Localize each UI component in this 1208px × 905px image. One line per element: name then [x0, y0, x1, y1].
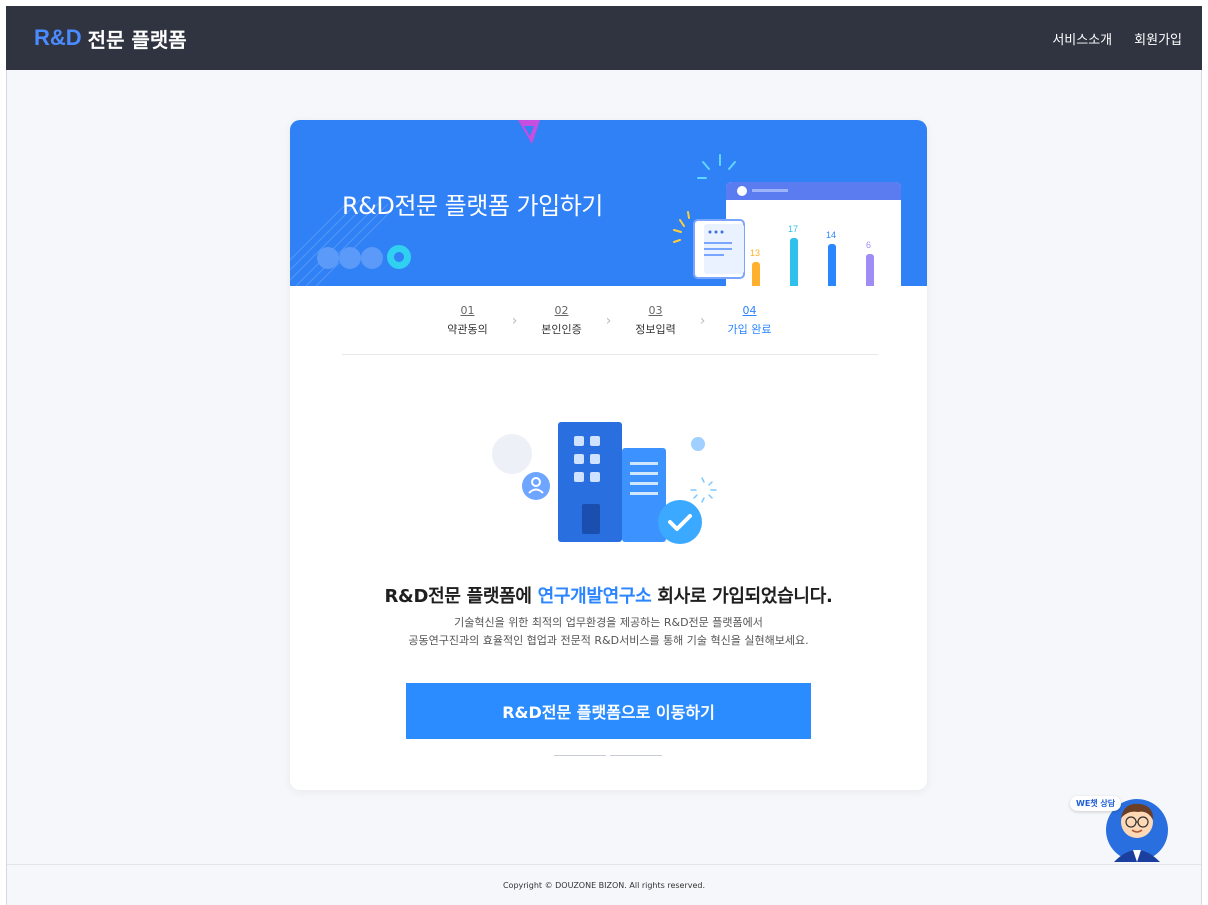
- signup-complete-headline: R&D전문 플랫폼에 연구개발연구소 회사로 가입되었습니다.: [290, 582, 927, 608]
- page-footer: Copyright © DOUZONE BIZON. All rights re…: [7, 864, 1201, 905]
- signup-complete-description: 기술혁신을 위한 최적의 업무환경을 제공하는 R&D전문 플랫폼에서 공동연구…: [290, 614, 927, 650]
- step-label: 가입 완료: [727, 323, 772, 336]
- company-name-highlight: 연구개발연구소: [537, 586, 652, 607]
- chatbot-label: WE챗 상담: [1070, 796, 1122, 811]
- step-label: 정보입력: [635, 323, 676, 336]
- chart-label-13: 13: [750, 248, 760, 258]
- description-line-1: 기술혁신을 위한 최적의 업무환경을 제공하는 R&D전문 플랫폼에서: [454, 616, 763, 629]
- company-building-illustration: [492, 422, 717, 544]
- chart-label-6: 6: [866, 240, 871, 250]
- step-divider: [342, 354, 878, 355]
- nav-service-intro-link[interactable]: 서비스소개: [1052, 29, 1112, 48]
- step-terms: 01 약관동의: [431, 304, 505, 337]
- banner-title: R&D전문 플랫폼 가입하기: [342, 192, 603, 220]
- header-nav: 서비스소개 회원가입: [1052, 29, 1182, 48]
- decorative-underline: [554, 755, 662, 756]
- signup-complete-card: 13 17 14 6 R&D전문 플랫폼 가입하기 01 약관동의 › 02 본…: [290, 120, 927, 790]
- chatbot-launcher[interactable]: WE챗 상담: [1070, 792, 1176, 864]
- step-info-input: 03 정보입력: [619, 304, 693, 337]
- copyright-text: Copyright © DOUZONE BIZON. All rights re…: [502, 881, 706, 890]
- logo-rd: R&D: [34, 25, 82, 50]
- step-label: 약관동의: [447, 323, 488, 336]
- chevron-right-icon: ›: [605, 312, 612, 329]
- site-logo[interactable]: R&D 전문 플랫폼: [34, 24, 187, 53]
- chevron-right-icon: ›: [511, 312, 518, 329]
- step-complete: 04 가입 완료: [713, 304, 787, 337]
- step-number: 04: [742, 304, 757, 317]
- signup-step-indicator: 01 약관동의 › 02 본인인증 › 03 정보입력 › 04 가입 완료: [290, 304, 927, 337]
- step-number: 03: [648, 304, 663, 317]
- nav-signup-link[interactable]: 회원가입: [1134, 29, 1182, 48]
- headline-suffix: 회사로 가입되었습니다.: [651, 586, 833, 607]
- step-verification: 02 본인인증: [525, 304, 599, 337]
- signup-banner: 13 17 14 6 R&D전문 플랫폼 가입하기: [290, 120, 927, 286]
- step-number: 01: [460, 304, 475, 317]
- step-number: 02: [554, 304, 569, 317]
- step-label: 본인인증: [541, 323, 582, 336]
- chart-label-14: 14: [826, 230, 836, 240]
- logo-text: 전문 플랫폼: [87, 27, 187, 52]
- go-to-platform-button[interactable]: R&D전문 플랫폼으로 이동하기: [406, 683, 811, 739]
- top-navigation-bar: R&D 전문 플랫폼 서비스소개 회원가입: [6, 6, 1202, 70]
- chevron-right-icon: ›: [699, 312, 706, 329]
- chart-label-17: 17: [788, 224, 798, 234]
- description-line-2: 공동연구진과의 효율적인 협업과 전문적 R&D서비스를 통해 기술 혁신을 실…: [408, 634, 809, 647]
- headline-prefix: R&D전문 플랫폼에: [384, 586, 538, 607]
